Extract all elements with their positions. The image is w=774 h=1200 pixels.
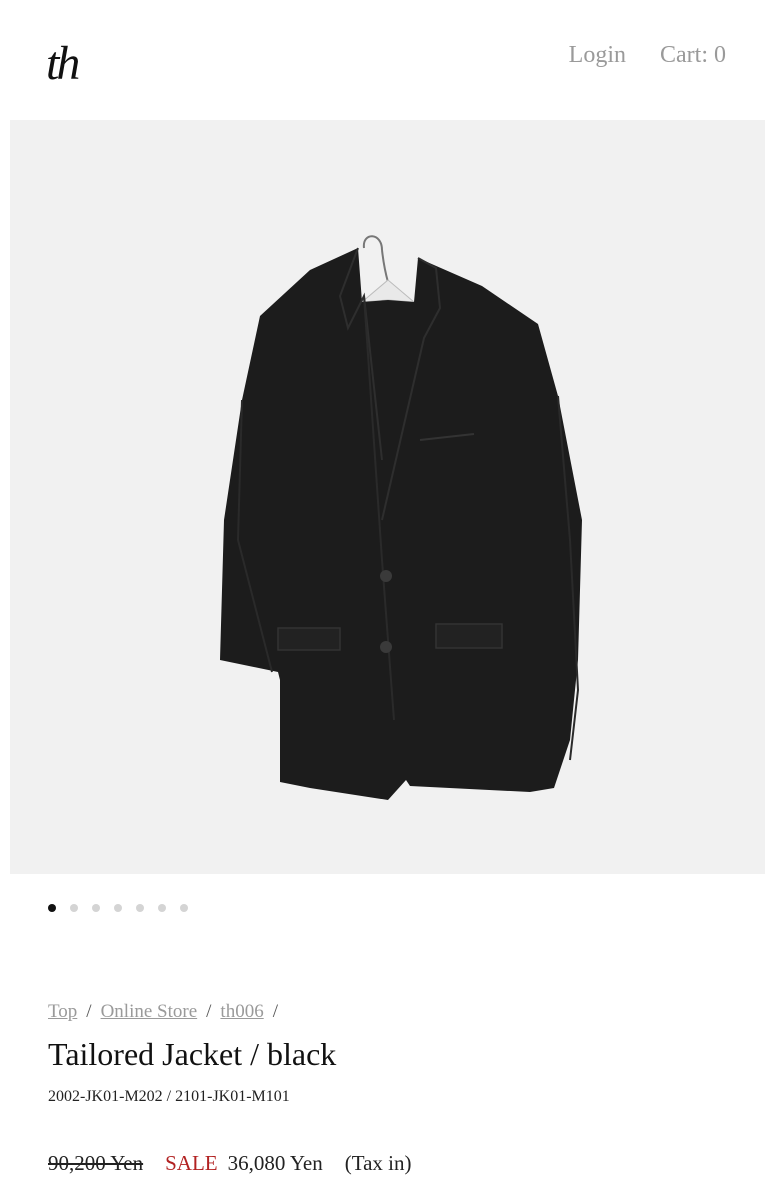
slide-dot-7[interactable] (180, 904, 188, 912)
slide-dot-6[interactable] (158, 904, 166, 912)
cart-link[interactable]: Cart: 0 (660, 42, 726, 69)
original-price: 90,200 Yen (48, 1151, 144, 1175)
breadcrumb-separator: / (206, 1001, 212, 1022)
slide-dot-2[interactable] (70, 904, 78, 912)
site-header: th Login Cart: 0 (0, 0, 774, 118)
header-nav: Login Cart: 0 (569, 42, 726, 69)
slide-dot-4[interactable] (114, 904, 122, 912)
breadcrumb-th006[interactable]: th006 (220, 1001, 263, 1023)
login-link[interactable]: Login (569, 42, 626, 69)
slide-dot-1[interactable] (48, 904, 56, 912)
product-sku: 2002-JK01-M202 / 2101-JK01-M101 (48, 1088, 290, 1105)
jacket-image (220, 235, 582, 800)
breadcrumb-separator: / (86, 1001, 92, 1022)
slide-indicators (48, 904, 188, 912)
product-title: Tailored Jacket / black (48, 1036, 337, 1072)
product-image[interactable] (10, 120, 765, 874)
brand-logo[interactable]: th (46, 40, 80, 88)
price-block: 90,200 Yen SALE 36,080 Yen (Tax in) (48, 1151, 411, 1176)
breadcrumb: Top / Online Store / th006 / (48, 1001, 278, 1023)
breadcrumb-top[interactable]: Top (48, 1001, 77, 1023)
slide-dot-5[interactable] (136, 904, 144, 912)
sale-badge: SALE (165, 1151, 218, 1175)
sale-price: 36,080 Yen (227, 1151, 323, 1175)
breadcrumb-online-store[interactable]: Online Store (101, 1001, 198, 1023)
slide-dot-3[interactable] (92, 904, 100, 912)
tax-note: (Tax in) (344, 1151, 412, 1175)
breadcrumb-separator: / (272, 1001, 278, 1022)
